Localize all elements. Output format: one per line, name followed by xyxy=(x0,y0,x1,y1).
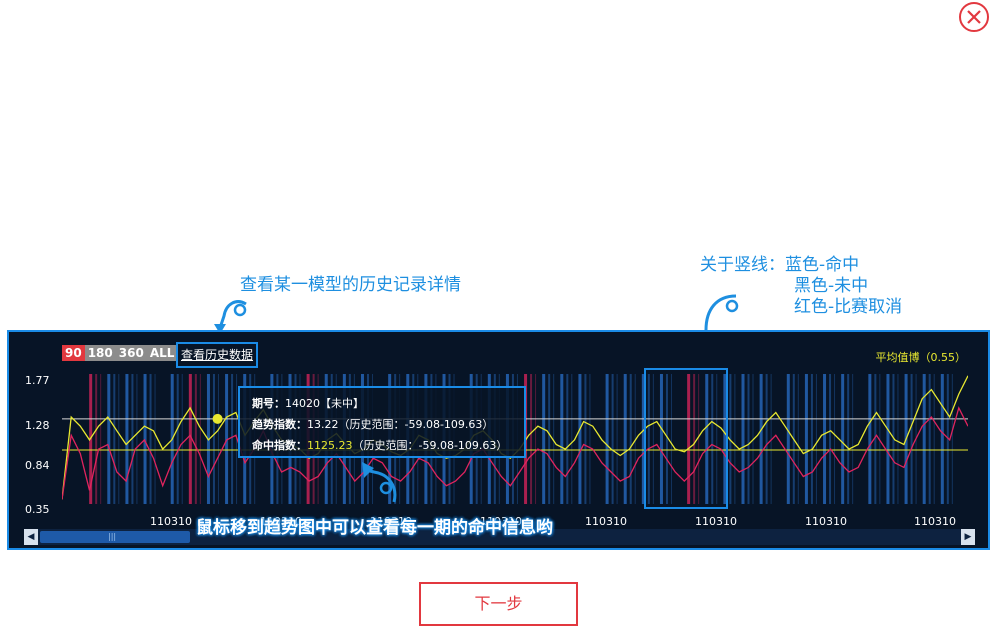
result-bar xyxy=(847,374,850,504)
result-bar xyxy=(566,374,569,504)
result-bar xyxy=(829,374,832,504)
result-bar xyxy=(542,374,546,504)
x-tick-label: 110310 xyxy=(914,515,956,528)
x-tick-label: 110310 xyxy=(805,515,847,528)
result-bar xyxy=(741,374,745,504)
result-bar xyxy=(553,374,555,504)
highlight-box xyxy=(644,368,728,509)
range-360-button[interactable]: 360 xyxy=(115,345,147,361)
result-bar xyxy=(747,374,750,504)
result-bar xyxy=(100,374,102,504)
result-bar xyxy=(605,374,609,504)
range-selector: 90 180 360 ALL xyxy=(62,345,178,361)
issue-tooltip: 期号：14020【未中】 趋势指数：13.22（历史范围：-59.08-109.… xyxy=(238,386,526,458)
result-bar xyxy=(804,374,808,504)
result-bar xyxy=(759,374,763,504)
result-bar xyxy=(928,374,931,504)
y-tick-label: 1.28 xyxy=(25,419,50,432)
next-step-button[interactable]: 下一步 xyxy=(419,582,578,626)
curved-arrow-icon xyxy=(362,462,397,503)
result-bar xyxy=(118,374,120,504)
result-bar xyxy=(940,374,944,504)
arrow-right-icon[interactable]: ▶ xyxy=(961,529,975,545)
history-callout: 查看某一模型的历史记录详情 xyxy=(240,275,461,295)
result-bar xyxy=(611,374,614,504)
result-bar xyxy=(584,374,587,504)
result-bar xyxy=(181,374,183,504)
result-bar xyxy=(571,374,573,504)
result-bar xyxy=(823,374,827,504)
result-bar xyxy=(548,374,551,504)
close-icon xyxy=(967,10,981,24)
result-bar xyxy=(149,374,152,504)
scrollbar-thumb[interactable]: ||| xyxy=(40,531,190,543)
result-bar xyxy=(154,374,156,504)
result-bar xyxy=(951,374,953,504)
result-bar xyxy=(217,374,219,504)
result-bar xyxy=(535,374,537,504)
result-bar xyxy=(815,374,817,504)
result-bar xyxy=(897,374,899,504)
result-bar xyxy=(868,374,872,504)
result-bar xyxy=(95,374,98,504)
hover-point xyxy=(212,413,223,424)
result-bar xyxy=(143,374,147,504)
result-bar xyxy=(834,374,836,504)
result-bar xyxy=(560,374,564,504)
result-bar xyxy=(125,374,129,504)
average-label: 平均值博（0.55） xyxy=(875,351,967,364)
result-bar xyxy=(841,374,845,504)
result-bar xyxy=(797,374,799,504)
y-tick-label: 0.35 xyxy=(25,503,50,516)
result-bar xyxy=(629,374,632,504)
result-bar xyxy=(199,374,201,504)
result-bar xyxy=(113,374,116,504)
close-button[interactable] xyxy=(959,2,989,32)
tooltip-hit: 命中指数：1125.23（历史范围：-59.08-109.63） xyxy=(252,439,508,452)
result-bar xyxy=(231,374,234,504)
tooltip-trend: 趋势指数：13.22（历史范围：-59.08-109.63） xyxy=(252,418,494,431)
x-tick-label: 110310 xyxy=(150,515,192,528)
result-bar xyxy=(589,374,591,504)
result-bar xyxy=(530,374,533,504)
result-bar xyxy=(194,374,197,504)
view-history-link[interactable]: 查看历史数据 xyxy=(176,342,259,368)
result-bar xyxy=(623,374,627,504)
result-bar xyxy=(886,374,890,504)
result-bar xyxy=(786,374,790,504)
result-bar xyxy=(765,374,768,504)
result-bar xyxy=(136,374,138,504)
y-tick-label: 0.84 xyxy=(25,459,50,472)
legend-blue-hit: 关于竖线：蓝色-命中 xyxy=(700,255,860,275)
range-180-button[interactable]: 180 xyxy=(84,345,116,361)
result-bar xyxy=(578,374,582,504)
arrow-left-icon[interactable]: ◀ xyxy=(24,529,38,545)
mouse-hint-callout: 鼠标移到趋势图中可以查看每一期的命中信息哟 xyxy=(196,518,553,538)
result-bar xyxy=(176,374,179,504)
result-bar xyxy=(910,374,913,504)
result-bar xyxy=(107,374,111,504)
result-bar xyxy=(922,374,926,504)
result-bar xyxy=(852,374,854,504)
range-all-button[interactable]: ALL xyxy=(146,345,178,361)
range-90-button[interactable]: 90 xyxy=(62,345,85,361)
result-bar xyxy=(212,374,215,504)
x-tick-label: 110310 xyxy=(585,515,627,528)
result-bar xyxy=(616,374,618,504)
y-tick-label: 1.77 xyxy=(25,374,50,387)
tooltip-issue: 期号：14020【未中】 xyxy=(252,397,364,410)
result-bar xyxy=(734,374,736,504)
x-tick-label: 110310 xyxy=(695,515,737,528)
result-bar xyxy=(810,374,813,504)
